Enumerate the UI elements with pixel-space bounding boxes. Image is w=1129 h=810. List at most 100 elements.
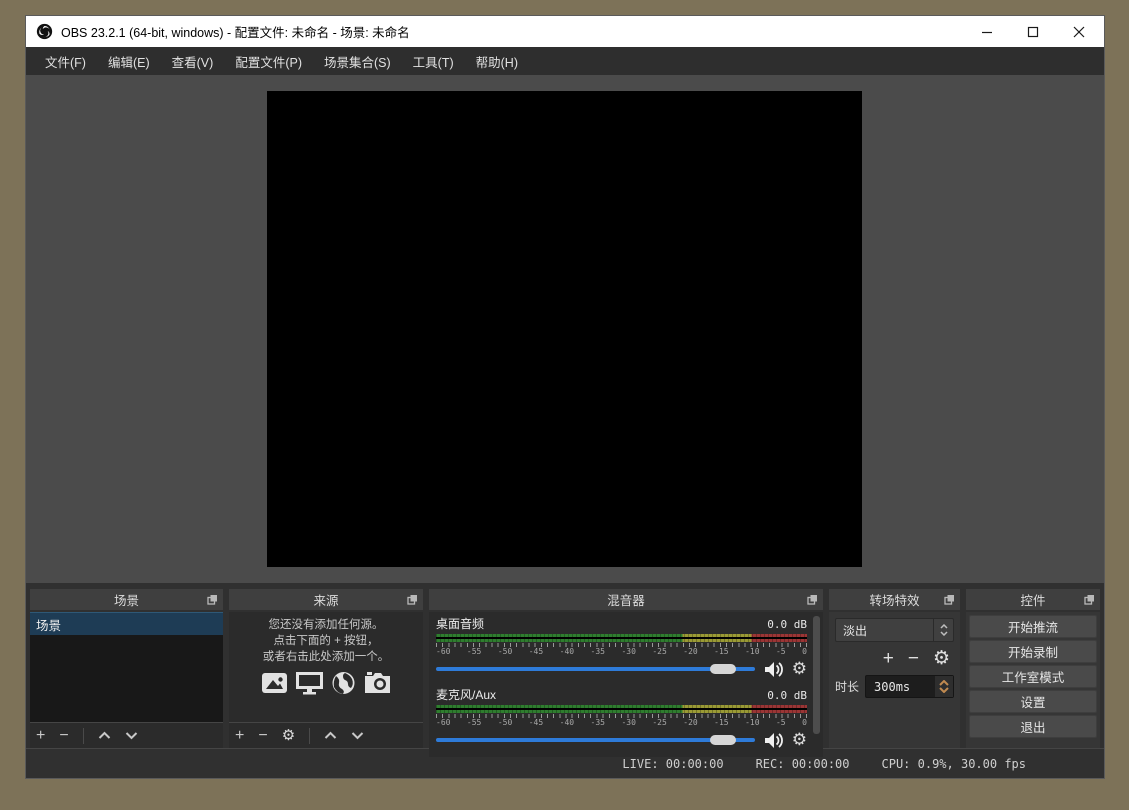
volume-slider[interactable] <box>436 731 755 749</box>
sources-empty-hint-line2: 点击下面的 + 按钮， <box>273 633 378 649</box>
mixer-scrollbar[interactable] <box>813 616 820 734</box>
volume-slider-handle[interactable] <box>710 664 736 674</box>
tick-label: -5 <box>776 647 786 656</box>
menu-help[interactable]: 帮助(H) <box>465 47 529 76</box>
source-type-icons <box>261 671 392 695</box>
tick-label: -15 <box>714 718 728 727</box>
toolbar-separator <box>83 728 84 744</box>
popout-icon[interactable] <box>207 594 218 605</box>
sources-empty-hint-line1: 您还没有添加任何源。 <box>269 617 384 633</box>
scenes-panel-title: 场景 <box>114 590 139 609</box>
channel-level-db: 0.0 dB <box>767 618 807 631</box>
mute-toggle-speaker-icon[interactable] <box>764 661 784 678</box>
menu-file[interactable]: 文件(F) <box>34 47 97 76</box>
tick-label: -45 <box>529 647 543 656</box>
remove-scene-button[interactable]: − <box>59 728 68 744</box>
add-source-button[interactable]: + <box>235 728 244 744</box>
meter-tick-labels: -60 -55 -50 -45 -40 -35 -30 -25 -20 -15 … <box>436 718 807 727</box>
tick-label: -25 <box>652 647 666 656</box>
close-button[interactable] <box>1060 19 1098 45</box>
start-recording-button[interactable]: 开始录制 <box>969 640 1097 663</box>
scene-list-item[interactable]: 场景 <box>30 612 223 635</box>
transition-properties-gear-icon[interactable]: ⚙ <box>933 649 950 668</box>
move-source-up-button[interactable] <box>324 731 337 740</box>
chevron-down-icon <box>940 631 948 636</box>
sources-empty-area[interactable]: 您还没有添加任何源。 点击下面的 + 按钮， 或者右击此处添加一个。 <box>229 612 423 722</box>
minimize-icon <box>981 26 993 38</box>
transition-select[interactable]: 淡出 <box>835 618 954 642</box>
menu-scene-collection[interactable]: 场景集合(S) <box>313 47 402 76</box>
tick-label: -35 <box>591 718 605 727</box>
transitions-panel-title: 转场特效 <box>869 590 919 609</box>
meter-tick-labels: -60 -55 -50 -45 -40 -35 -30 -25 -20 -15 … <box>436 647 807 656</box>
tick-label: -35 <box>591 647 605 656</box>
tick-label: -15 <box>714 647 728 656</box>
mute-toggle-speaker-icon[interactable] <box>764 732 784 749</box>
scenes-panel-header: 场景 <box>30 589 223 610</box>
studio-mode-button[interactable]: 工作室模式 <box>969 665 1097 688</box>
remove-transition-button[interactable]: − <box>908 649 919 668</box>
volume-slider-handle[interactable] <box>710 735 736 745</box>
rec-time: REC: 00:00:00 <box>756 757 850 771</box>
mixer-panel-title: 混音器 <box>607 590 645 609</box>
remove-source-button[interactable]: − <box>258 728 267 744</box>
transition-selected-value: 淡出 <box>836 622 933 639</box>
mixer-panel: 混音器 桌面音频 0.0 dB -60 <box>429 589 823 748</box>
maximize-button[interactable] <box>1014 19 1052 45</box>
menu-tools[interactable]: 工具(T) <box>402 47 465 76</box>
tick-label: -40 <box>560 718 574 727</box>
tick-label: -55 <box>467 647 481 656</box>
volume-slider[interactable] <box>436 660 755 678</box>
sources-empty-hint-line3: 或者右击此处添加一个。 <box>263 649 390 665</box>
cpu-fps-stats: CPU: 0.9%, 30.00 fps <box>882 757 1027 771</box>
settings-button[interactable]: 设置 <box>969 690 1097 713</box>
live-time: LIVE: 00:00:00 <box>622 757 723 771</box>
transitions-panel: 转场特效 淡出 + − <box>829 589 960 748</box>
duration-value: 300ms <box>866 680 935 694</box>
menubar: 文件(F) 编辑(E) 查看(V) 配置文件(P) 场景集合(S) 工具(T) … <box>26 47 1104 75</box>
add-scene-button[interactable]: + <box>36 728 45 744</box>
popout-icon[interactable] <box>944 594 955 605</box>
tick-label: -55 <box>467 718 481 727</box>
maximize-icon <box>1027 26 1039 38</box>
tick-label: -20 <box>683 718 697 727</box>
camera-source-icon <box>363 671 392 695</box>
minimize-button[interactable] <box>968 19 1006 45</box>
combobox-spinner[interactable] <box>933 619 953 641</box>
popout-icon[interactable] <box>407 594 418 605</box>
menu-edit[interactable]: 编辑(E) <box>97 47 161 76</box>
tick-label: -25 <box>652 718 666 727</box>
add-transition-button[interactable]: + <box>883 649 894 668</box>
channel-settings-gear-icon[interactable]: ⚙ <box>792 661 807 678</box>
obs-logo-icon <box>36 23 53 40</box>
scenes-toolbar: + − <box>30 722 223 748</box>
sources-toolbar: + − ⚙ <box>229 722 423 748</box>
titlebar: OBS 23.2.1 (64-bit, windows) - 配置文件: 未命名… <box>26 16 1104 47</box>
channel-settings-gear-icon[interactable]: ⚙ <box>792 732 807 749</box>
duration-spin-arrows[interactable] <box>935 676 953 697</box>
duration-spinbox[interactable]: 300ms <box>865 675 954 698</box>
exit-button[interactable]: 退出 <box>969 715 1097 738</box>
menu-view[interactable]: 查看(V) <box>161 47 225 76</box>
start-streaming-button[interactable]: 开始推流 <box>969 615 1097 638</box>
move-source-down-button[interactable] <box>351 731 364 740</box>
tick-label: -10 <box>745 718 759 727</box>
toolbar-separator <box>309 728 310 744</box>
menu-profile[interactable]: 配置文件(P) <box>224 47 313 76</box>
move-scene-up-button[interactable] <box>98 731 111 740</box>
window-title: OBS 23.2.1 (64-bit, windows) - 配置文件: 未命名… <box>61 22 968 41</box>
move-scene-down-button[interactable] <box>125 731 138 740</box>
tick-label: -20 <box>683 647 697 656</box>
source-properties-button[interactable]: ⚙ <box>282 728 295 743</box>
volume-slider-track <box>436 667 755 671</box>
transition-buttons: + − ⚙ <box>835 649 954 668</box>
popout-icon[interactable] <box>1084 594 1095 605</box>
duration-row: 时长 300ms <box>835 675 954 698</box>
tick-label: -40 <box>560 647 574 656</box>
preview-canvas[interactable] <box>267 91 862 567</box>
popout-icon[interactable] <box>807 594 818 605</box>
chevron-up-icon <box>939 680 949 686</box>
scene-list[interactable]: 场景 <box>30 612 223 722</box>
tick-label: -50 <box>498 647 512 656</box>
transitions-panel-header: 转场特效 <box>829 589 960 610</box>
